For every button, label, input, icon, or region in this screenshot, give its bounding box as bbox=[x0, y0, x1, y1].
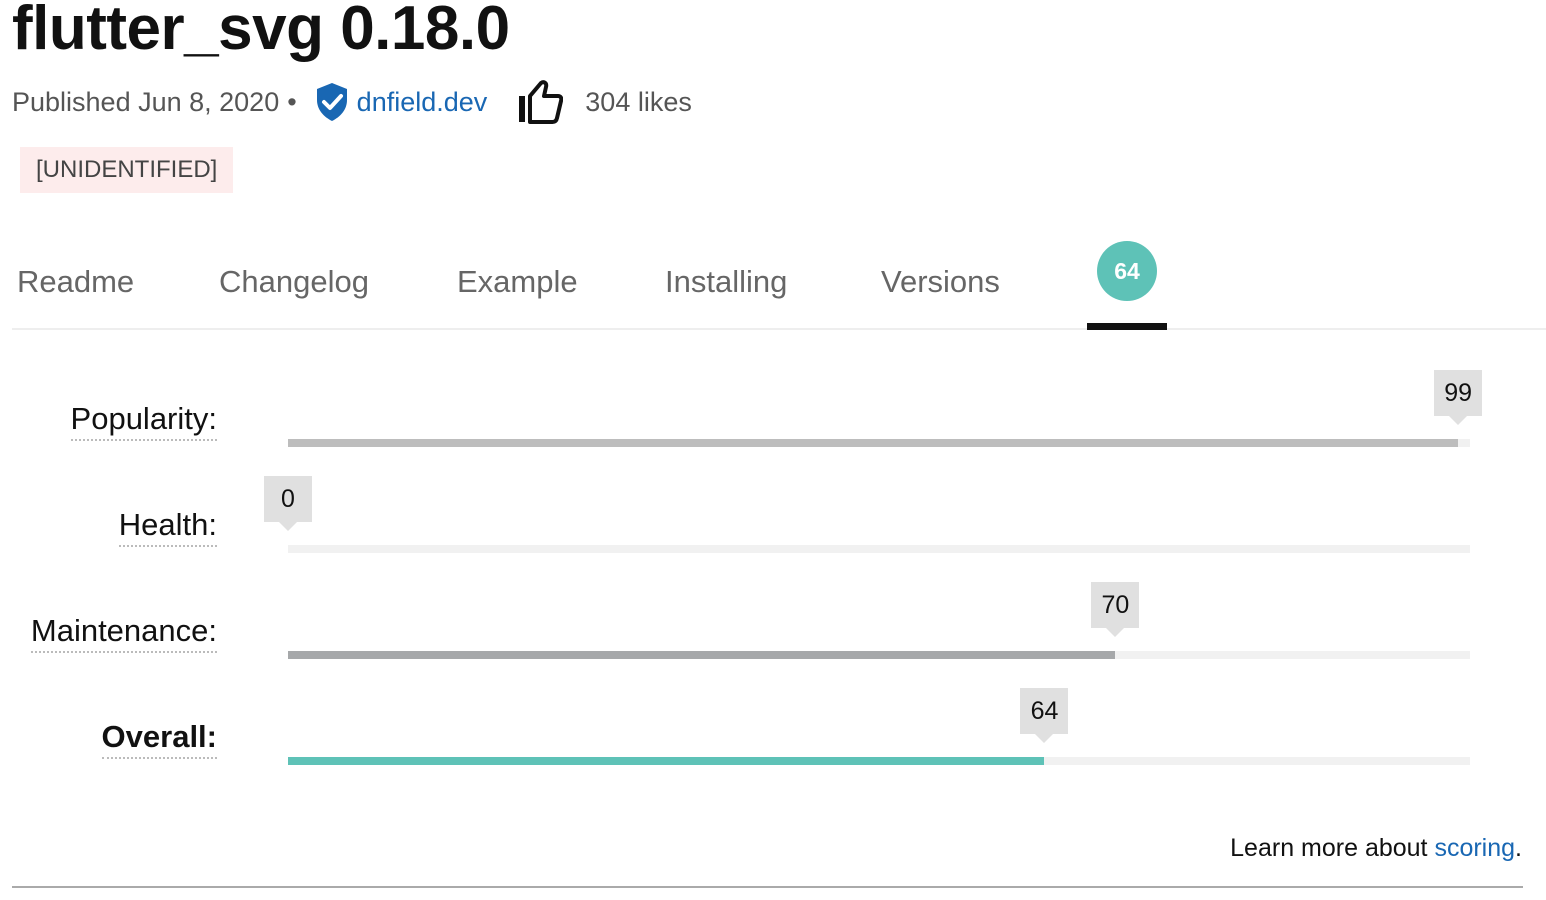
page-title: flutter_svg 0.18.0 bbox=[12, 0, 510, 63]
metric-value-maintenance: 70 bbox=[1091, 582, 1140, 637]
tab-bar: Readme Changelog Example Installing Vers… bbox=[12, 236, 1546, 330]
metric-label-popularity[interactable]: Popularity: bbox=[70, 401, 217, 441]
license-tag[interactable]: [UNIDENTIFIED] bbox=[20, 147, 234, 193]
metric-fill-maintenance bbox=[288, 651, 1116, 659]
metric-label-overall[interactable]: Overall: bbox=[101, 719, 217, 759]
metric-value-overall: 64 bbox=[1020, 688, 1069, 743]
tab-versions[interactable]: Versions bbox=[881, 236, 1000, 328]
metric-bar-maintenance bbox=[288, 651, 1470, 659]
score-badge: 64 bbox=[1097, 241, 1157, 301]
metric-value-popularity: 99 bbox=[1434, 370, 1483, 425]
learn-more-prefix: Learn more about bbox=[1230, 834, 1435, 862]
tab-installing[interactable]: Installing bbox=[665, 236, 787, 328]
package-meta: Published Jun 8, 2020 • dnfield.dev 304 … bbox=[12, 80, 692, 124]
learn-more-suffix: . bbox=[1515, 834, 1522, 862]
active-tab-indicator bbox=[1087, 323, 1167, 330]
metric-fill-overall bbox=[288, 757, 1045, 765]
verified-shield-icon bbox=[316, 83, 347, 121]
publisher-link[interactable]: dnfield.dev bbox=[357, 87, 488, 118]
tab-readme[interactable]: Readme bbox=[17, 236, 134, 328]
tab-example[interactable]: Example bbox=[457, 236, 578, 328]
tab-changelog[interactable]: Changelog bbox=[219, 236, 369, 328]
thumb-up-icon[interactable] bbox=[517, 80, 564, 124]
metric-value-health: 0 bbox=[264, 476, 312, 531]
published-date: Published Jun 8, 2020 bbox=[12, 86, 280, 117]
meta-separator: • bbox=[287, 86, 297, 117]
likes-count: 304 likes bbox=[585, 86, 692, 117]
section-divider bbox=[12, 886, 1523, 888]
learn-more-text: Learn more about scoring. bbox=[1230, 834, 1522, 863]
metric-bar-overall bbox=[288, 757, 1470, 765]
tab-scores[interactable]: 64 bbox=[1087, 236, 1167, 330]
metric-bar-popularity bbox=[288, 439, 1470, 447]
scoring-link[interactable]: scoring bbox=[1434, 834, 1515, 862]
metric-label-maintenance[interactable]: Maintenance: bbox=[30, 613, 217, 653]
metric-bar-health bbox=[288, 545, 1470, 553]
metric-label-health[interactable]: Health: bbox=[118, 507, 217, 547]
metric-fill-popularity bbox=[288, 439, 1459, 447]
